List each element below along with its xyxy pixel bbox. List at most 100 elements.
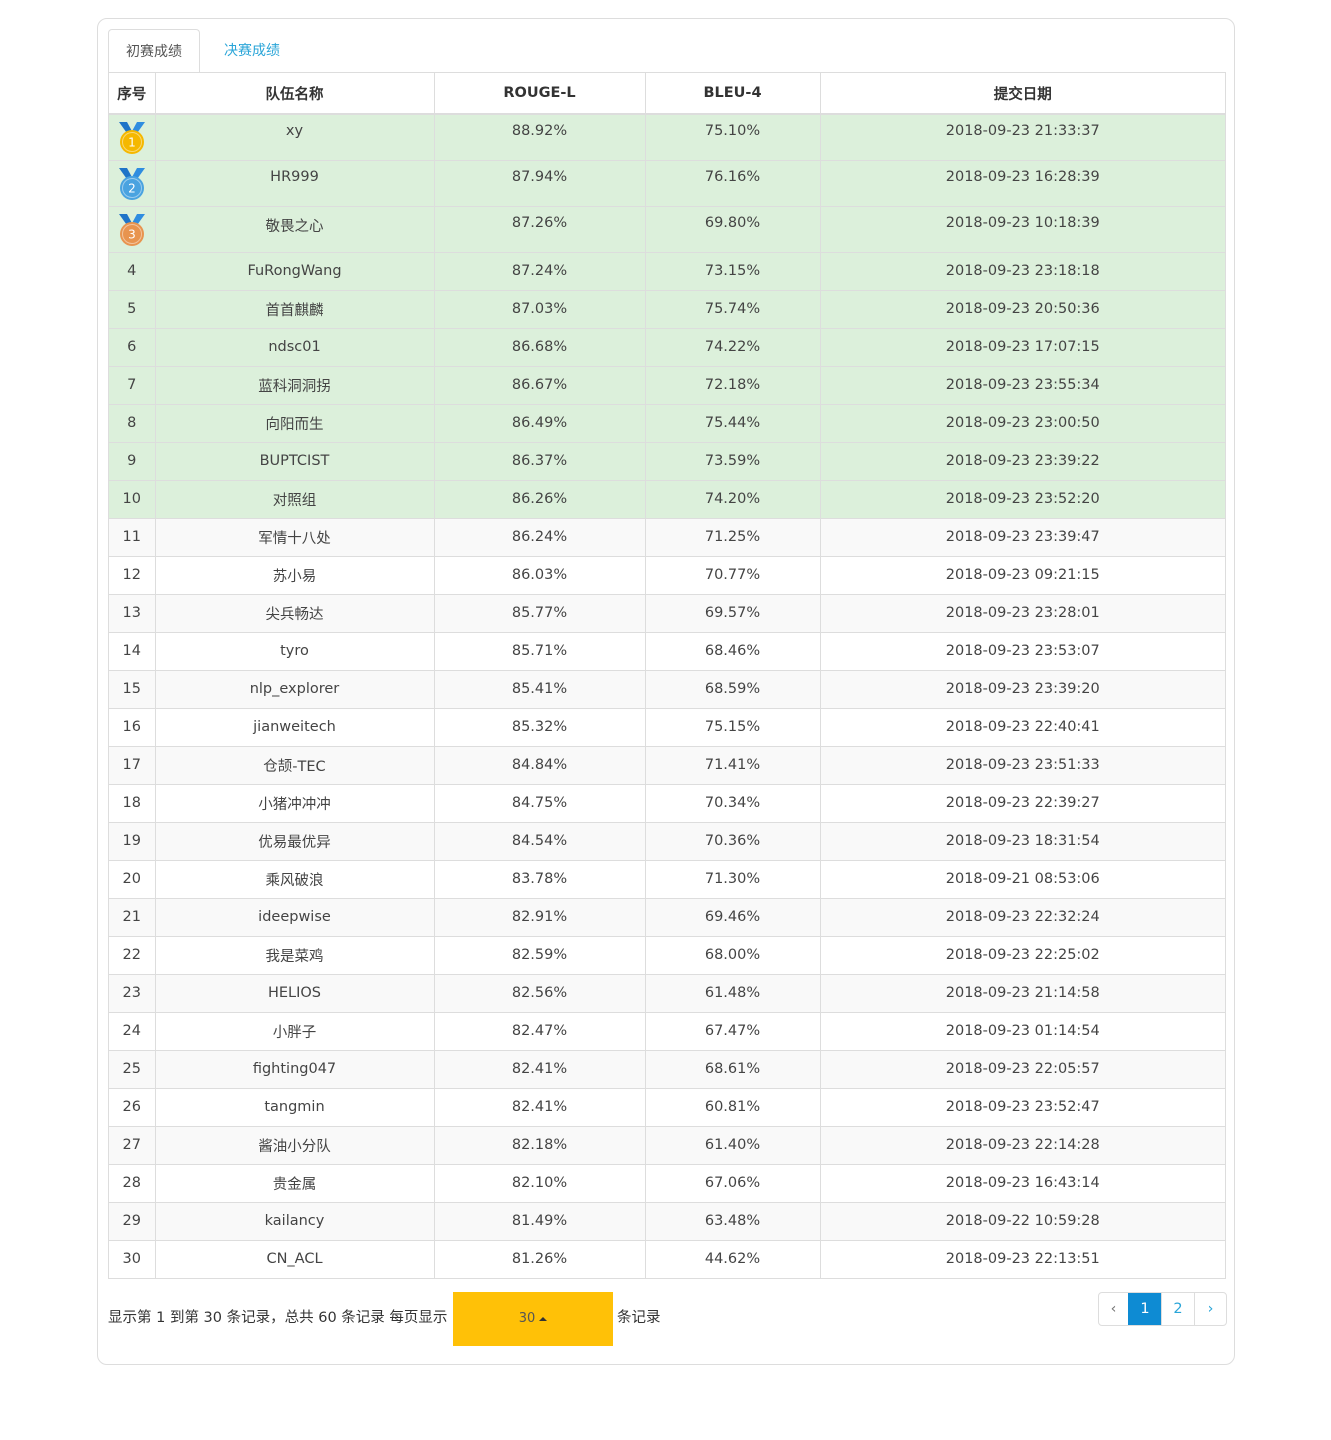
team-cell: 仓颉-TEC (155, 746, 435, 785)
table-row: 26 tangmin 82.41% 60.81% 2018-09-23 23:52:47 (109, 1088, 1225, 1127)
bleu-cell: 71.25% (645, 518, 821, 557)
rouge-cell: 85.77% (434, 594, 646, 633)
rouge-cell: 82.41% (434, 1088, 646, 1127)
table-row: 18 小猪冲冲冲 84.75% 70.34% 2018-09-23 22:39:27 (109, 784, 1225, 823)
page-size-value: 30 (518, 1311, 536, 1326)
table-row: 11 军情十八处 86.24% 71.25% 2018-09-23 23:39:47 (109, 518, 1225, 557)
rank-cell: 30 (109, 1240, 156, 1278)
team-cell: 向阳而生 (155, 404, 435, 443)
bleu-cell: 70.77% (645, 556, 821, 595)
bleu-cell: 75.74% (645, 290, 821, 329)
rank-cell: 12 (109, 556, 156, 595)
team-cell: kailancy (155, 1202, 435, 1241)
header-team[interactable]: 队伍名称 (155, 73, 435, 115)
table-row: 13 尖兵畅达 85.77% 69.57% 2018-09-23 23:28:01 (109, 594, 1225, 633)
table-row: 5 首首麒麟 87.03% 75.74% 2018-09-23 20:50:36 (109, 290, 1225, 329)
team-cell: FuRongWang (155, 252, 435, 291)
bleu-cell: 63.48% (645, 1202, 821, 1241)
team-cell: 首首麒麟 (155, 290, 435, 329)
team-cell: 军情十八处 (155, 518, 435, 557)
table-header-row: 序号 队伍名称 ROUGE-L BLEU-4 提交日期 (109, 73, 1225, 115)
tab-final[interactable]: 决赛成绩 (212, 29, 292, 73)
page-1-button[interactable]: 1 (1128, 1293, 1161, 1325)
table-row: 19 优易最优异 84.54% 70.36% 2018-09-23 18:31:54 (109, 822, 1225, 861)
table-row: 12 苏小易 86.03% 70.77% 2018-09-23 09:21:15 (109, 556, 1225, 595)
rouge-cell: 82.41% (434, 1050, 646, 1089)
team-cell: 贵金属 (155, 1164, 435, 1203)
date-cell: 2018-09-23 16:28:39 (820, 160, 1225, 207)
team-cell: 小猪冲冲冲 (155, 784, 435, 823)
date-cell: 2018-09-23 09:21:15 (820, 556, 1225, 595)
pagination: ‹ 1 2 › (1098, 1292, 1227, 1326)
page-prev-button[interactable]: ‹ (1099, 1293, 1128, 1325)
rank-cell: 14 (109, 632, 156, 671)
table-row: 4 FuRongWang 87.24% 73.15% 2018-09-23 23:18:… (109, 252, 1225, 291)
table-row: 27 酱油小分队 82.18% 61.40% 2018-09-23 22:14:28 (109, 1126, 1225, 1165)
table-row: 29 kailancy 81.49% 63.48% 2018-09-22 10:59:2… (109, 1202, 1225, 1241)
rank-cell: 17 (109, 746, 156, 785)
rank-cell: 9 (109, 442, 156, 481)
header-bleu[interactable]: BLEU-4 (645, 73, 821, 115)
team-cell: ndsc01 (155, 328, 435, 367)
page-size-dropdown[interactable]: 30 (453, 1292, 613, 1346)
header-rouge[interactable]: ROUGE-L (434, 73, 646, 115)
rank-cell: 4 (109, 252, 156, 291)
team-cell: fighting047 (155, 1050, 435, 1089)
page-next-button[interactable]: › (1194, 1293, 1226, 1325)
team-cell: jianweitech (155, 708, 435, 747)
date-cell: 2018-09-23 22:14:28 (820, 1126, 1225, 1165)
bleu-cell: 72.18% (645, 366, 821, 405)
bleu-cell: 69.57% (645, 594, 821, 633)
rank-cell: 19 (109, 822, 156, 861)
bronze-medal-icon: 3 (118, 213, 145, 246)
results-panel: 初赛成绩 决赛成绩 序号 队伍名称 ROUGE-L BLEU-4 提交日期 1 … (97, 18, 1235, 1365)
rouge-cell: 86.26% (434, 480, 646, 519)
bleu-cell: 74.20% (645, 480, 821, 519)
table-row: 21 ideepwise 82.91% 69.46% 2018-09-23 22:32:… (109, 898, 1225, 937)
rouge-cell: 82.59% (434, 936, 646, 975)
date-cell: 2018-09-23 23:39:22 (820, 442, 1225, 481)
team-cell: HELIOS (155, 974, 435, 1013)
bleu-cell: 60.81% (645, 1088, 821, 1127)
bleu-cell: 71.41% (645, 746, 821, 785)
rank-cell: 6 (109, 328, 156, 367)
header-date[interactable]: 提交日期 (820, 73, 1225, 115)
table-row: 9 BUPTCIST 86.37% 73.59% 2018-09-23 23:39:22 (109, 442, 1225, 481)
date-cell: 2018-09-23 23:39:47 (820, 518, 1225, 557)
bleu-cell: 70.34% (645, 784, 821, 823)
rank-cell: 29 (109, 1202, 156, 1241)
rouge-cell: 82.56% (434, 974, 646, 1013)
date-cell: 2018-09-23 23:55:34 (820, 366, 1225, 405)
team-cell: BUPTCIST (155, 442, 435, 481)
bleu-cell: 75.15% (645, 708, 821, 747)
date-cell: 2018-09-23 23:28:01 (820, 594, 1225, 633)
date-cell: 2018-09-23 22:13:51 (820, 1240, 1225, 1278)
team-cell: HR999 (155, 160, 435, 207)
rank-cell: 26 (109, 1088, 156, 1127)
rank-cell: 23 (109, 974, 156, 1013)
table-row: 22 我是菜鸡 82.59% 68.00% 2018-09-23 22:25:02 (109, 936, 1225, 975)
team-cell: 小胖子 (155, 1012, 435, 1051)
bleu-cell: 70.36% (645, 822, 821, 861)
team-cell: xy (155, 114, 435, 161)
team-cell: 苏小易 (155, 556, 435, 595)
bleu-cell: 73.59% (645, 442, 821, 481)
rank-cell: 25 (109, 1050, 156, 1089)
rouge-cell: 82.47% (434, 1012, 646, 1051)
rank-cell: 21 (109, 898, 156, 937)
bleu-cell: 68.59% (645, 670, 821, 709)
table-row: 8 向阳而生 86.49% 75.44% 2018-09-23 23:00:50 (109, 404, 1225, 443)
rouge-cell: 82.91% (434, 898, 646, 937)
date-cell: 2018-09-23 22:32:24 (820, 898, 1225, 937)
date-cell: 2018-09-22 10:59:28 (820, 1202, 1225, 1241)
bleu-cell: 44.62% (645, 1240, 821, 1278)
table-row: 25 fighting047 82.41% 68.61% 2018-09-23 22:0… (109, 1050, 1225, 1089)
rank-cell: 5 (109, 290, 156, 329)
silver-medal-icon: 2 (118, 167, 145, 200)
tab-preliminary[interactable]: 初赛成绩 (108, 29, 200, 74)
header-rank[interactable]: 序号 (109, 73, 156, 115)
page-2-button[interactable]: 2 (1161, 1293, 1194, 1325)
date-cell: 2018-09-23 21:14:58 (820, 974, 1225, 1013)
date-cell: 2018-09-23 23:51:33 (820, 746, 1225, 785)
records-summary: 显示第 1 到第 30 条记录，总共 60 条记录 每页显示 (108, 1310, 448, 1326)
